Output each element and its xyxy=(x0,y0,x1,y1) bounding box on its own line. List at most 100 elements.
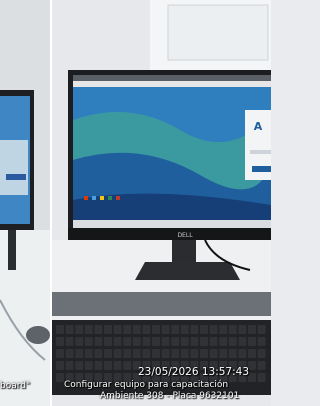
panel-divider xyxy=(50,0,52,406)
keyboard-key xyxy=(209,325,218,334)
keyboard-key xyxy=(257,337,266,346)
monitor-stand-base xyxy=(135,262,240,280)
keyboard-key xyxy=(113,337,122,346)
keyboard-key xyxy=(248,349,256,358)
keyboard-key xyxy=(152,325,160,334)
keyboard-key xyxy=(65,325,74,334)
keyboard-key xyxy=(132,325,141,334)
keyboard-key xyxy=(152,337,160,346)
left-monitor-stand xyxy=(8,230,16,270)
browser-tab-bar xyxy=(73,75,271,81)
caption-line-2: Ambiente 308 - Placa 9632101 xyxy=(100,391,240,401)
left-login-panel xyxy=(0,140,28,195)
keyboard-key xyxy=(84,325,93,334)
keyboard-key xyxy=(113,349,122,358)
keyboard-key xyxy=(257,325,266,334)
keyboard-key xyxy=(171,337,180,346)
keyboard-key xyxy=(123,337,132,346)
keyboard-key xyxy=(56,373,64,382)
keyboard-key xyxy=(248,361,256,370)
keyboard-key xyxy=(104,325,112,334)
keyboard-key xyxy=(56,325,64,334)
keyboard-key xyxy=(123,349,132,358)
keyboard-key xyxy=(257,361,266,370)
keyboard-key xyxy=(257,373,266,382)
keyboard-key xyxy=(65,337,74,346)
desktop-icon-4 xyxy=(108,196,112,200)
keyboard-key xyxy=(161,337,170,346)
keyboard-key xyxy=(190,325,199,334)
keyboard-key xyxy=(219,349,228,358)
keyboard-key xyxy=(123,361,132,370)
desktop-icon-3 xyxy=(100,196,104,200)
monitor-chin xyxy=(68,228,271,240)
keyboard-key xyxy=(238,349,247,358)
keyboard-key xyxy=(200,325,208,334)
keyboard-key xyxy=(228,349,237,358)
keyboard-key xyxy=(248,325,256,334)
keyboard-key xyxy=(56,361,64,370)
taskbar xyxy=(73,220,271,228)
keyboard-key xyxy=(123,325,132,334)
keyboard-key xyxy=(75,325,84,334)
login-field xyxy=(250,150,271,154)
keyboard-key xyxy=(56,337,64,346)
keyboard-key xyxy=(132,349,141,358)
monitor-stand-neck xyxy=(172,240,196,262)
keyboard-key xyxy=(209,349,218,358)
keyboard-key xyxy=(180,325,189,334)
keyboard-key xyxy=(113,361,122,370)
keyboard-key xyxy=(219,337,228,346)
keyboard-key xyxy=(113,325,122,334)
monitor-brand-logo: DELL xyxy=(177,232,193,239)
keyboard-key xyxy=(142,349,151,358)
keyboard-key xyxy=(75,361,84,370)
keyboard-key xyxy=(65,349,74,358)
keyboard-key xyxy=(238,337,247,346)
keyboard-key xyxy=(180,337,189,346)
keyboard-key xyxy=(142,337,151,346)
desk-edge xyxy=(52,292,271,316)
keyboard-key xyxy=(94,337,103,346)
keyboard-key xyxy=(161,349,170,358)
keyboard-key xyxy=(190,337,199,346)
login-button xyxy=(252,166,271,172)
left-login-button xyxy=(6,174,26,180)
keyboard-key xyxy=(84,337,93,346)
keyboard-key xyxy=(94,349,103,358)
keyboard-key xyxy=(171,325,180,334)
login-logo-letter: A xyxy=(254,120,263,133)
keyboard-key xyxy=(104,337,112,346)
left-desk xyxy=(0,230,50,406)
keyboard-key xyxy=(190,349,199,358)
keyboard-key xyxy=(200,349,208,358)
desktop-icon-2 xyxy=(92,196,96,200)
keyboard-key xyxy=(171,349,180,358)
keyboard-key xyxy=(219,325,228,334)
left-partial-caption: board" xyxy=(0,381,31,391)
desktop-icon-5 xyxy=(116,196,120,200)
keyboard-key xyxy=(94,361,103,370)
window-frame xyxy=(167,4,269,61)
keyboard-key xyxy=(257,349,266,358)
keyboard-key xyxy=(104,361,112,370)
keyboard-key xyxy=(75,349,84,358)
keyboard-key xyxy=(94,325,103,334)
timestamp-overlay: 23/05/2026 13:57:43 xyxy=(138,366,250,378)
keyboard-key xyxy=(65,361,74,370)
keyboard-key xyxy=(248,337,256,346)
keyboard-key xyxy=(161,325,170,334)
left-mouse xyxy=(26,326,50,344)
keyboard-key xyxy=(228,337,237,346)
keyboard-key xyxy=(56,349,64,358)
keyboard-key xyxy=(248,373,256,382)
photo-scene: A DELL xyxy=(0,0,271,406)
keyboard-key xyxy=(142,325,151,334)
desktop-icon-1 xyxy=(84,196,88,200)
keyboard-key xyxy=(200,337,208,346)
keyboard-key xyxy=(104,349,112,358)
keyboard-key xyxy=(180,349,189,358)
keyboard-key xyxy=(152,349,160,358)
keyboard-key xyxy=(84,349,93,358)
keyboard-key xyxy=(132,337,141,346)
